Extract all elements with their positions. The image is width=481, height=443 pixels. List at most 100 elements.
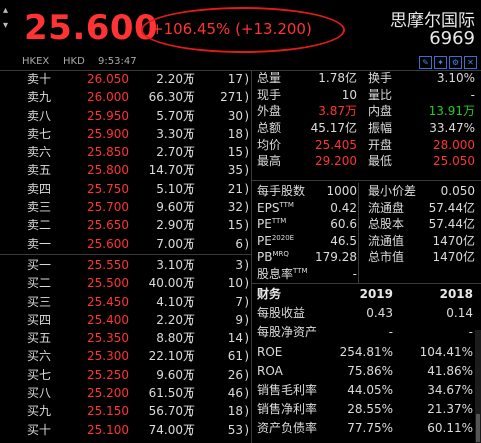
ask-level-row[interactable]: 卖二 25.650 2.90万(15)	[0, 216, 251, 234]
ask-level-row[interactable]: 卖八 25.950 5.70万(30)	[0, 107, 251, 125]
bid-level-label: 买三	[27, 294, 52, 309]
bid-level-row[interactable]: 买六 25.300 22.10万(61)	[0, 347, 251, 365]
ask-level-label: 卖九	[27, 90, 52, 105]
bid-levels: 买一 25.550 3.10万(3) 买二 25.500 40.00万(10) 买三 25.4…	[0, 256, 251, 439]
last-price: 25.600	[24, 8, 159, 48]
per-share-label-sup: TTM	[271, 217, 287, 226]
stat-label: 外盘	[257, 104, 282, 119]
scroll-up-icon[interactable]: ▴	[3, 5, 8, 16]
ask-level-row[interactable]: 卖七 25.900 3.30万(18)	[0, 125, 251, 143]
bid-level-row[interactable]: 买二 25.500 40.00万(10)	[0, 274, 251, 292]
ask-level-price: 25.750	[87, 181, 129, 196]
per-share-label-text: PE	[257, 217, 272, 232]
count-open-paren: (	[188, 367, 193, 382]
bid-level-row[interactable]: 买七 25.250 9.60万(26)	[0, 366, 251, 384]
count-open-paren: (	[188, 294, 193, 309]
ask-level-row[interactable]: 卖一 25.600 7.00万(6)	[0, 235, 251, 253]
financials-title: 财务	[257, 287, 282, 301]
bid-level-row[interactable]: 买九 25.150 56.70万(18)	[0, 402, 251, 420]
edit-icon[interactable]: ✎	[419, 56, 432, 69]
scrollbar-thumb[interactable]	[476, 414, 480, 442]
stats-row: 最高 29.200 最低 25.050	[253, 153, 481, 170]
count-close-paren: )	[244, 349, 249, 364]
per-share-label-sup: MRQ	[272, 250, 289, 259]
bid-level-row[interactable]: 买十 25.100 74.00万(53)	[0, 421, 251, 439]
count-close-paren: )	[244, 422, 249, 437]
count-close-paren: )	[244, 404, 249, 419]
bid-level-count: 3	[235, 257, 243, 272]
star-icon[interactable]: ✦	[434, 56, 447, 69]
bid-level-label: 买六	[27, 349, 52, 364]
bid-level-count: 9	[235, 312, 243, 327]
financials-metric: 每股收益	[257, 306, 306, 321]
count-open-paren: (	[188, 257, 193, 272]
bid-level-label: 买四	[27, 312, 52, 327]
per-share-row: EPSTTM 0.42 流通盘 57.44亿	[253, 200, 481, 217]
count-close-paren: )	[244, 90, 249, 105]
bid-level-row[interactable]: 买五 25.350 8.80万(14)	[0, 329, 251, 347]
financials-row: 销售毛利率 44.05% 34.67%	[253, 381, 481, 400]
bid-level-row[interactable]: 买三 25.450 4.10万(7)	[0, 293, 251, 311]
stat-value: 25.050	[433, 154, 475, 169]
settings-icon[interactable]: ⚙	[449, 56, 462, 69]
stat-value: 33.47%	[429, 121, 475, 136]
count-open-paren: (	[188, 349, 193, 364]
financials-value-2018: 21.37%	[427, 402, 473, 417]
ask-level-count: 21	[227, 181, 243, 196]
financials-value-2018: 34.67%	[427, 382, 473, 397]
ask-level-price: 25.850	[87, 145, 129, 160]
stat-value: -	[470, 87, 475, 102]
stat-value: 29.200	[315, 154, 357, 169]
count-open-paren: (	[188, 331, 193, 346]
per-share-row: PETTM 60.6 总股本 57.44亿	[253, 216, 481, 233]
price-change: +106.45% (+13.200)	[151, 20, 312, 38]
financials-metric: ROA	[257, 363, 283, 378]
ask-level-row[interactable]: 卖四 25.750 5.10万(21)	[0, 180, 251, 198]
bid-level-price: 25.550	[87, 257, 129, 272]
per-share-label-text: EPS	[257, 200, 280, 215]
bid-level-label: 买十	[27, 422, 52, 437]
count-close-paren: )	[244, 367, 249, 382]
count-close-paren: )	[244, 218, 249, 233]
ask-level-price: 26.000	[87, 90, 129, 105]
count-close-paren: )	[244, 163, 249, 178]
count-close-paren: )	[244, 294, 249, 309]
financials-value-2018: 0.14	[446, 306, 473, 321]
ask-level-row[interactable]: 卖九 26.000 66.30万(271)	[0, 88, 251, 106]
ask-level-count: 271	[220, 90, 243, 105]
ask-level-row[interactable]: 卖三 25.700 9.60万(32)	[0, 198, 251, 216]
ask-level-row[interactable]: 卖六 25.850 2.70万(15)	[0, 143, 251, 161]
ask-level-label: 卖三	[27, 200, 52, 215]
column-divider	[251, 70, 252, 443]
close-icon[interactable]: ✕	[464, 56, 477, 69]
scrollbar[interactable]	[475, 330, 481, 443]
stat-label: 最低	[368, 154, 393, 169]
stat-value: 10	[341, 87, 357, 102]
count-open-paren: (	[188, 276, 193, 291]
count-open-paren: (	[188, 72, 193, 86]
stat-label: 振幅	[368, 121, 393, 136]
bid-level-row[interactable]: 买四 25.400 2.20万(9)	[0, 311, 251, 329]
per-share-stats: 每手股数 1000 最小价差 0.050 EPSTTM 0.42 流通盘 57.44亿 PETT…	[253, 183, 481, 283]
stat-value: 3.10%	[436, 71, 475, 85]
scroll-down-icon[interactable]: ▾	[3, 20, 8, 31]
bid-level-row[interactable]: 买八 25.200 61.50万(46)	[0, 384, 251, 402]
bid-level-row[interactable]: 买一 25.550 3.10万(3)	[0, 256, 251, 274]
bid-level-label: 买五	[27, 331, 52, 346]
order-book: 卖十 26.050 2.20万(17) 卖九 26.000 66.30万(271) 卖八 25…	[0, 70, 251, 439]
per-share-label-text: 股息率	[257, 266, 294, 281]
bid-level-label: 买一	[27, 257, 52, 272]
stats-row: 现手 10 量比 -	[253, 87, 481, 104]
bid-level-count: 61	[227, 349, 243, 364]
per-share-value: 179.28	[315, 250, 357, 265]
per-share-label-text: PB	[257, 250, 273, 265]
ask-level-price: 25.950	[87, 108, 129, 123]
stats-row: 外盘 3.87万 内盘 13.91万	[253, 103, 481, 120]
count-open-paren: (	[188, 386, 193, 401]
stat-value: 1.78亿	[318, 71, 357, 85]
count-close-paren: )	[244, 72, 249, 86]
per-share-row: PBMRQ 179.28 总市值 1470亿	[253, 249, 481, 266]
bid-level-label: 买八	[27, 386, 52, 401]
ask-level-row[interactable]: 卖五 25.800 14.70万(35)	[0, 161, 251, 179]
ask-level-row[interactable]: 卖十 26.050 2.20万(17)	[0, 70, 251, 88]
